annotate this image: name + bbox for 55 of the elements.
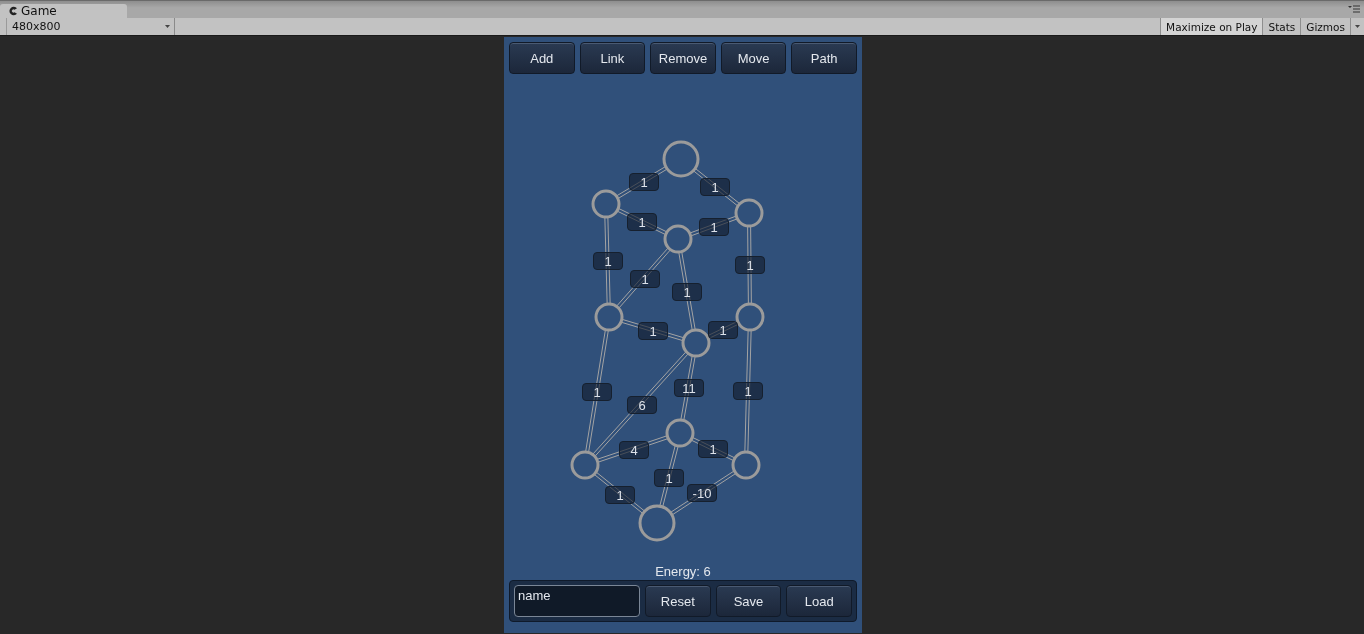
tab-title: Game bbox=[21, 4, 57, 18]
edge-line bbox=[615, 165, 668, 200]
edge-weight-label[interactable]: 1 bbox=[605, 486, 635, 504]
edge-line bbox=[706, 320, 740, 340]
graph-node[interactable] bbox=[663, 224, 693, 254]
energy-label: Energy: 6 bbox=[654, 564, 712, 580]
graph-node[interactable] bbox=[570, 450, 600, 480]
edge-weight-label[interactable]: 6 bbox=[627, 396, 657, 414]
graph-node[interactable] bbox=[735, 302, 765, 332]
edge-weight-label[interactable]: 1 bbox=[654, 469, 684, 487]
graph-node[interactable] bbox=[665, 418, 695, 448]
action-button[interactable]: Save bbox=[715, 585, 782, 617]
edge-weight-label[interactable]: 1 bbox=[672, 283, 702, 301]
edge-weight-label[interactable]: 1 bbox=[629, 173, 659, 191]
tool-button[interactable]: Move bbox=[720, 42, 787, 74]
edge-weight-label[interactable]: -10 bbox=[687, 484, 717, 502]
menu-icon[interactable] bbox=[1348, 5, 1360, 14]
edge-weight-label[interactable]: 1 bbox=[733, 382, 763, 400]
caret-icon[interactable] bbox=[1355, 25, 1360, 28]
edge-weight-label[interactable]: 4 bbox=[619, 441, 649, 459]
tool-button[interactable]: Path bbox=[791, 42, 857, 74]
action-button[interactable]: Load bbox=[786, 585, 852, 617]
edge-weight-label[interactable]: 1 bbox=[582, 383, 612, 401]
graph-node[interactable] bbox=[638, 504, 676, 542]
tool-button[interactable]: Remove bbox=[650, 42, 716, 74]
caret-icon bbox=[165, 25, 170, 28]
edge-line bbox=[616, 247, 671, 309]
resolution-label: 480x800 bbox=[12, 20, 61, 33]
graph-node[interactable] bbox=[681, 328, 711, 358]
edge-weight-label[interactable]: 11 bbox=[674, 379, 704, 397]
edge-line bbox=[593, 471, 646, 514]
edge-line bbox=[692, 167, 741, 207]
edge-weight-label[interactable]: 1 bbox=[735, 256, 765, 274]
name-input-field[interactable]: name bbox=[514, 585, 640, 617]
graph-node[interactable] bbox=[731, 450, 761, 480]
edge-weight-label[interactable]: 1 bbox=[627, 213, 657, 231]
graph-node[interactable] bbox=[594, 302, 624, 332]
edge-weight-label[interactable]: 1 bbox=[708, 321, 738, 339]
resolution-dropdown[interactable]: 480x800 bbox=[6, 18, 175, 35]
action-button[interactable]: Reset bbox=[645, 585, 711, 617]
maximize-button[interactable]: Maximize on Play bbox=[1160, 18, 1263, 35]
edge-weight-label[interactable]: 1 bbox=[630, 270, 660, 288]
edge-line bbox=[616, 207, 668, 236]
edge-weight-label[interactable]: 1 bbox=[638, 322, 668, 340]
edge-weight-label[interactable]: 1 bbox=[699, 218, 729, 236]
edge-line bbox=[689, 215, 738, 237]
tool-button[interactable]: Add bbox=[509, 42, 575, 74]
edge-weight-label[interactable]: 1 bbox=[700, 178, 730, 196]
tool-button[interactable]: Link bbox=[579, 42, 646, 74]
graph-node[interactable] bbox=[734, 198, 764, 228]
graph-node[interactable] bbox=[662, 140, 700, 178]
edge-weight-label[interactable]: 1 bbox=[593, 252, 623, 270]
edge-weight-label[interactable]: 1 bbox=[698, 440, 728, 458]
game-tab[interactable]: Game bbox=[0, 4, 127, 18]
graph-node[interactable] bbox=[591, 189, 621, 219]
